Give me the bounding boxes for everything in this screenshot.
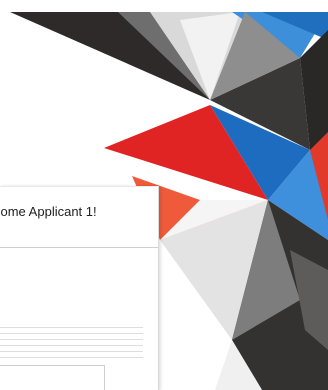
header-divider: [0, 247, 158, 248]
form-input-field[interactable]: [0, 365, 105, 390]
applicant-panel: come Applicant 1!: [0, 186, 159, 390]
form-rule: [0, 339, 143, 340]
form-rule: [0, 345, 143, 346]
form-rule: [0, 333, 143, 334]
screen: come Applicant 1!: [0, 0, 328, 390]
form-rule: [0, 327, 143, 328]
form-rule: [0, 357, 143, 358]
form-rule: [0, 351, 143, 352]
welcome-message: come Applicant 1!: [0, 204, 97, 219]
